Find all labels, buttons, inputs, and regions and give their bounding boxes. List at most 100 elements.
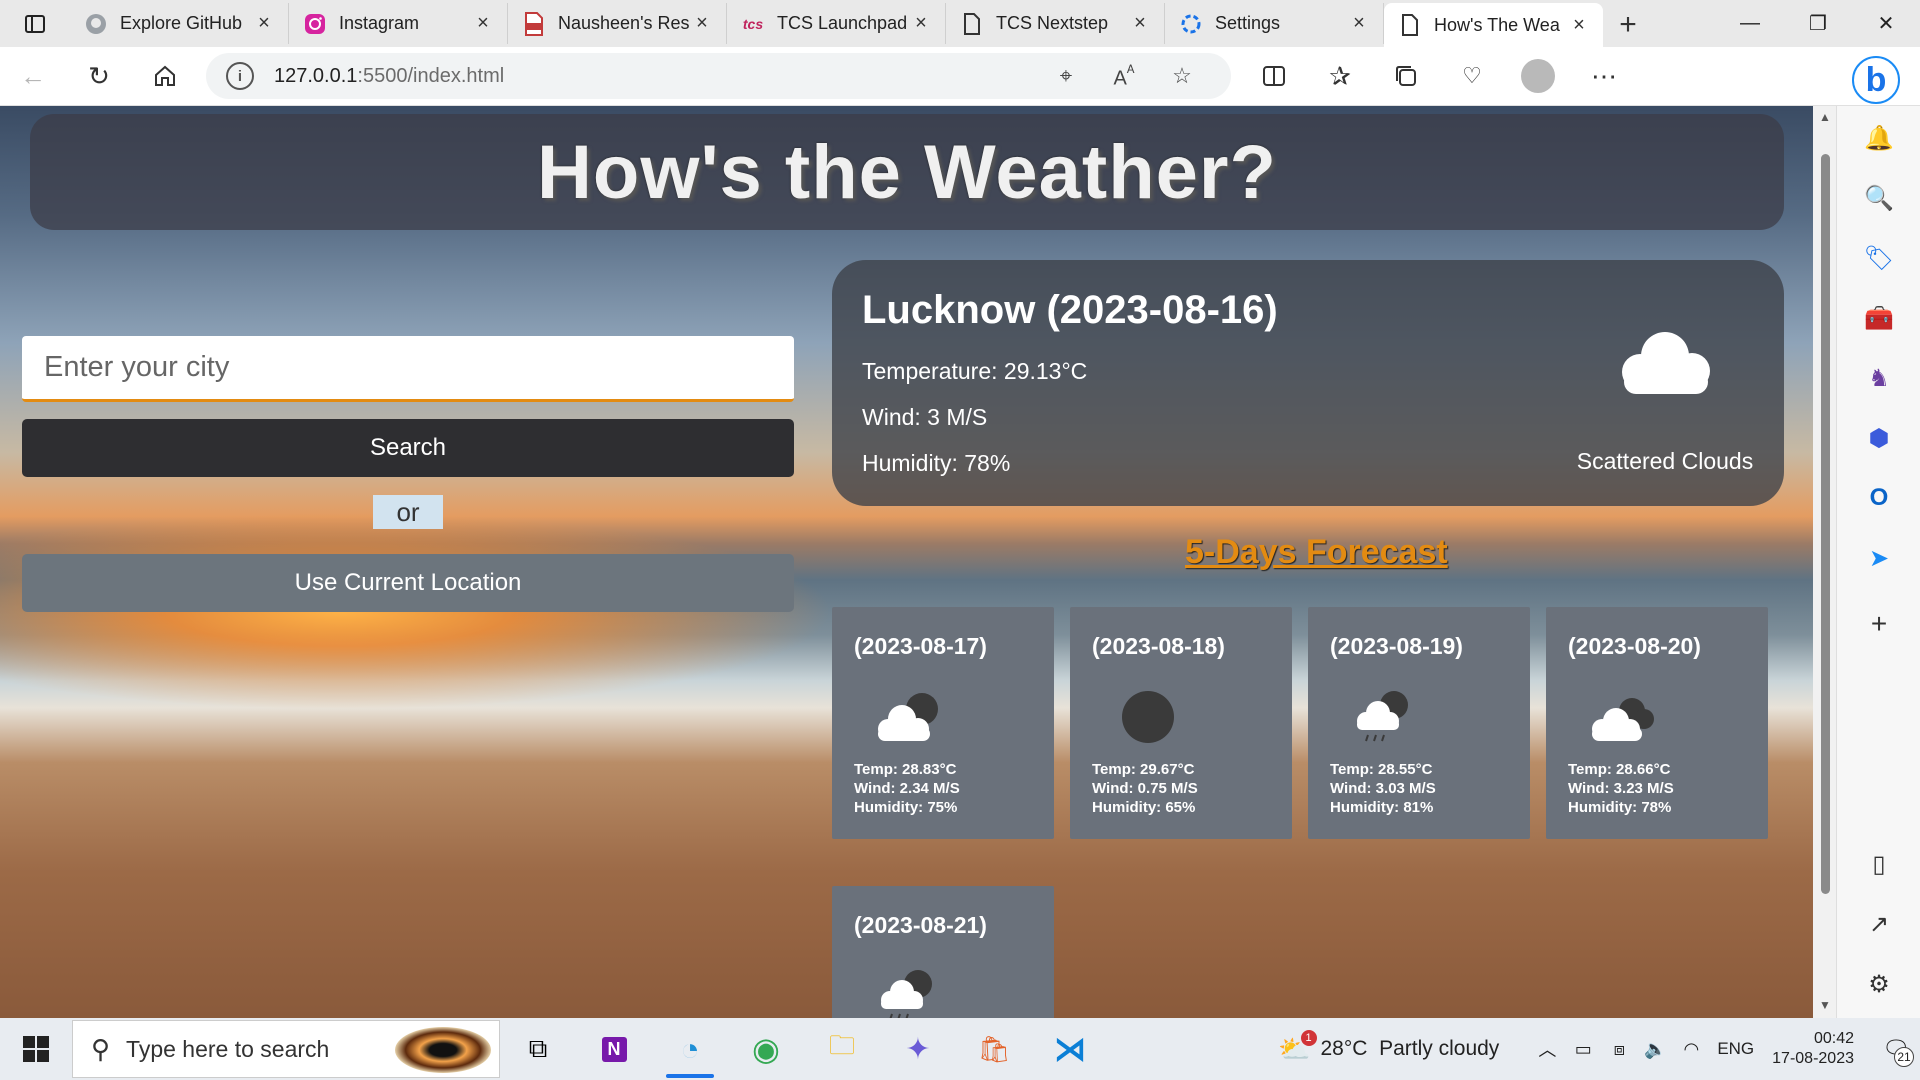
address-bar[interactable]: i 127.0.0.1:5500/index.html ⌖ Aᴬ ☆ — [206, 53, 1231, 99]
sidebar-notifications-button[interactable]: 🔔 — [1837, 116, 1920, 160]
taskbar-clock[interactable]: 00:42 17-08-2023 — [1772, 1029, 1854, 1069]
browser-essentials-button[interactable]: ♡ — [1439, 47, 1505, 106]
search-highlight-image — [395, 1027, 491, 1073]
sidebar-drop-button[interactable]: ➤ — [1837, 536, 1920, 580]
page-scrollbar[interactable]: ▲ ▼ — [1813, 106, 1837, 1018]
close-icon[interactable]: × — [1349, 12, 1369, 35]
chrome-icon: ◉ — [752, 1031, 780, 1067]
system-tray: ⛅ 1 28°C Partly cloudy ︿ ▭ ⧈ 🔈 ◠ ENG 00:4… — [1278, 1018, 1920, 1080]
file-explorer-app[interactable]: 🗀 — [804, 1018, 880, 1080]
tab-label: How's The Wea — [1434, 14, 1560, 35]
forecast-card: (2023-08-18) Temp: 29.67°C Wind: 0.75 M/… — [1070, 607, 1292, 839]
tab-tcs-launchpad[interactable]: tcs TCS Launchpad × — [727, 3, 946, 44]
onenote-app[interactable]: N — [576, 1018, 652, 1080]
sidebar-games-button[interactable]: ♞ — [1837, 356, 1920, 400]
city-search-input[interactable] — [22, 336, 794, 402]
collections-button[interactable] — [1373, 47, 1439, 106]
bing-copilot-button[interactable]: b — [1852, 56, 1900, 104]
minimize-button[interactable]: — — [1716, 0, 1784, 47]
forecast-date: (2023-08-17) — [854, 633, 987, 659]
close-icon[interactable]: × — [254, 12, 274, 35]
close-icon[interactable]: × — [473, 12, 493, 35]
sidebar-tools-button[interactable]: 🧰 — [1837, 296, 1920, 340]
scroll-up-icon[interactable]: ▲ — [1817, 110, 1833, 126]
forecast-humidity: Humidity: 75% — [854, 799, 958, 816]
chevron-up-icon[interactable]: ︿ — [1529, 1036, 1565, 1062]
refresh-button[interactable]: ↻ — [66, 47, 132, 106]
favorites-button[interactable]: ✰ — [1307, 47, 1373, 106]
chrome-app[interactable]: ◉ — [728, 1018, 804, 1080]
settings-icon — [1179, 12, 1203, 36]
profile-button[interactable] — [1505, 47, 1571, 106]
panel-icon: ▯ — [1872, 850, 1886, 878]
close-icon[interactable]: × — [1569, 14, 1589, 37]
edge-app[interactable]: ◔ — [652, 1018, 728, 1080]
tab-instagram[interactable]: Instagram × — [289, 3, 508, 44]
search-icon: ⚲ — [91, 1033, 111, 1064]
vscode-app[interactable]: ⋊ — [1032, 1018, 1108, 1080]
notification-center-button[interactable]: 21 🗨 — [1872, 1029, 1920, 1069]
store-app[interactable]: 🛍 — [956, 1018, 1032, 1080]
heart-pulse-icon: ♡ — [1462, 63, 1482, 88]
wifi-icon[interactable]: ◠ — [1673, 1039, 1709, 1060]
taskbar-weather-widget[interactable]: ⛅ 1 28°C Partly cloudy — [1278, 1029, 1499, 1065]
meet-now-icon[interactable]: ⧈ — [1601, 1039, 1637, 1060]
tab-resume-pdf[interactable]: Nausheen's Res × — [508, 3, 727, 44]
browser-toolbar: ← ↻ i 127.0.0.1:5500/index.html ⌖ Aᴬ ☆ ✰… — [0, 47, 1920, 106]
close-icon[interactable]: × — [692, 12, 712, 35]
rain-night-icon — [881, 970, 932, 1018]
task-view-button[interactable]: ⧉ — [500, 1018, 576, 1080]
copilot-app[interactable]: ✦ — [880, 1018, 956, 1080]
outlook-icon: O — [1869, 484, 1889, 511]
forecast-humidity: Humidity: 78% — [1568, 799, 1672, 816]
menu-button[interactable]: ⋯ — [1571, 47, 1637, 106]
site-info-icon[interactable]: i — [226, 62, 254, 90]
search-button[interactable]: Search — [22, 419, 794, 477]
url-path: :5500/index.html — [357, 64, 505, 87]
windows-logo-icon — [23, 1036, 49, 1062]
close-window-button[interactable]: ✕ — [1852, 0, 1920, 47]
edge-sidebar: 🔔 🔍 🏷 🧰 ♞ ⬢ O ➤ + ▯ ↗ ⚙ — [1836, 106, 1920, 1018]
tab-explore-github[interactable]: Explore GitHub × — [70, 3, 289, 44]
sidebar-add-button[interactable]: + — [1837, 602, 1920, 646]
sidebar-shopping-button[interactable]: 🏷 — [1837, 236, 1920, 280]
scroll-down-icon[interactable]: ▼ — [1817, 998, 1833, 1014]
scrollbar-thumb[interactable] — [1821, 154, 1830, 894]
location-pin-icon[interactable]: ⌖ — [1037, 63, 1095, 89]
sidebar-search-button[interactable]: 🔍 — [1837, 176, 1920, 220]
sidebar-settings-button[interactable]: ⚙ — [1837, 962, 1920, 1006]
url-text[interactable]: 127.0.0.1:5500/index.html — [274, 65, 1037, 88]
sidebar-open-external-button[interactable]: ↗ — [1837, 902, 1920, 946]
input-language[interactable]: ENG — [1717, 1039, 1754, 1059]
plus-icon: + — [1870, 608, 1888, 639]
home-icon — [155, 65, 175, 86]
volume-icon[interactable]: 🔈 — [1637, 1039, 1673, 1060]
start-button[interactable] — [0, 1018, 72, 1080]
back-button[interactable]: ← — [0, 47, 66, 106]
favorite-star-icon[interactable]: ☆ — [1153, 63, 1211, 89]
close-icon[interactable]: × — [911, 12, 931, 35]
vscode-icon: ⋊ — [1054, 1031, 1086, 1067]
taskbar-search-box[interactable]: ⚲ Type here to search — [72, 1020, 500, 1078]
split-screen-button[interactable] — [1241, 47, 1307, 106]
home-button[interactable] — [132, 47, 198, 106]
bell-icon: 🔔 — [1864, 124, 1894, 152]
close-icon[interactable]: × — [1130, 12, 1150, 35]
use-current-location-button[interactable]: Use Current Location — [22, 554, 794, 612]
battery-icon[interactable]: ▭ — [1565, 1039, 1601, 1060]
forecast-wind: Wind: 2.34 M/S — [854, 780, 960, 797]
read-aloud-icon[interactable]: Aᴬ — [1095, 62, 1153, 91]
sidebar-hide-button[interactable]: ▯ — [1837, 842, 1920, 886]
new-tab-button[interactable]: + — [1603, 3, 1653, 47]
windows-taskbar: ⚲ Type here to search ⧉ N ◔ ◉ 🗀 ✦ 🛍 ⋊ ⛅ 1… — [0, 1018, 1920, 1080]
scattered-clouds-icon — [1622, 332, 1710, 394]
restore-button[interactable]: ❐ — [1784, 0, 1852, 47]
sidebar-m365-button[interactable]: ⬢ — [1837, 416, 1920, 460]
sidebar-outlook-button[interactable]: O — [1837, 476, 1920, 520]
tab-actions-button[interactable] — [0, 0, 70, 47]
tab-settings[interactable]: Settings × — [1165, 3, 1384, 44]
forecast-wind: Wind: 3.03 M/S — [1330, 780, 1436, 797]
tab-weather-app[interactable]: How's The Wea × — [1384, 3, 1603, 47]
tab-label: TCS Launchpad — [777, 13, 908, 33]
tab-tcs-nextstep[interactable]: TCS Nextstep × — [946, 3, 1165, 44]
